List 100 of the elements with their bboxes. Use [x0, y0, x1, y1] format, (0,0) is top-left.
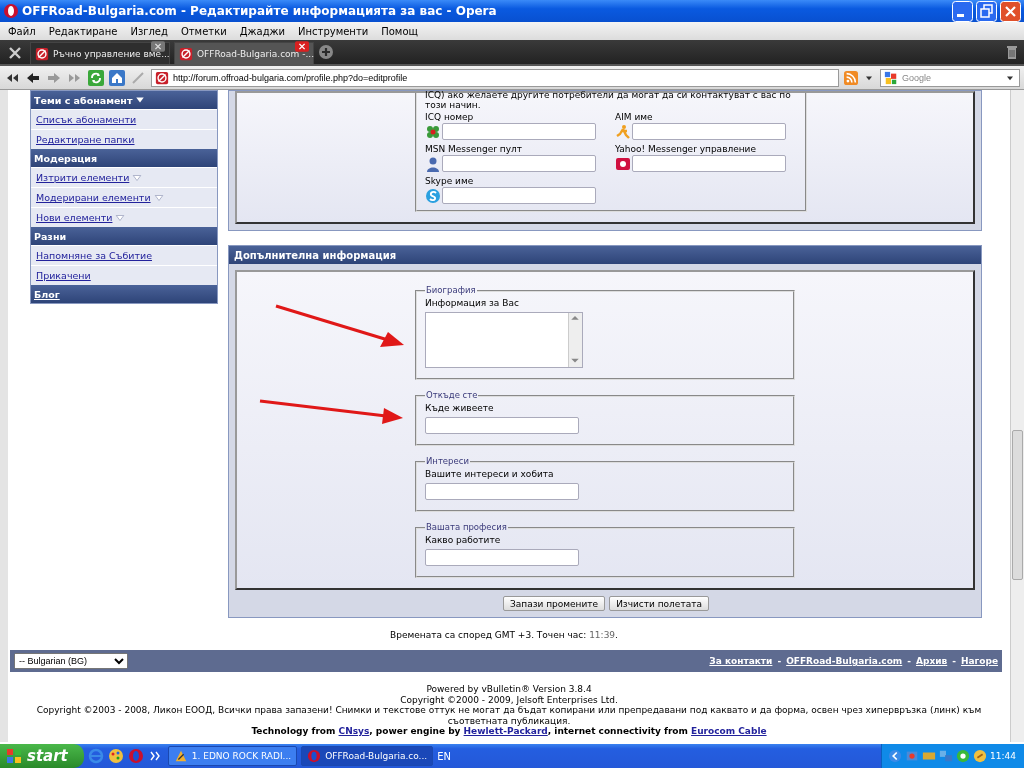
sidebar-link[interactable]: Нови елементи: [36, 212, 113, 223]
link-separator: -: [777, 656, 782, 666]
menu-item[interactable]: Помощ: [381, 25, 428, 37]
url-text: http://forum.offroad-bulgaria.com/profile.php?do=editprofile: [173, 72, 408, 83]
taskbar-button[interactable]: OFFRoad-Bulgaria.co...: [301, 746, 434, 766]
site-icon: [35, 46, 49, 61]
menu-item[interactable]: Редактиране: [48, 25, 128, 37]
input-field[interactable]: [632, 123, 786, 140]
group-legend: Откъде сте: [425, 391, 479, 400]
task-label: OFFRoad-Bulgaria.co...: [325, 751, 428, 761]
language-select[interactable]: -- Bulgarian (BG): [14, 653, 128, 669]
menu-arrow-icon[interactable]: [132, 172, 143, 183]
input-field[interactable]: [632, 155, 786, 172]
field-label: Информация за Вас: [425, 298, 520, 309]
close-button[interactable]: [1000, 0, 1021, 22]
group-legend: Биография: [425, 286, 477, 295]
time-note: Времената са според GMT +3. Точен час: 11:39.: [389, 629, 619, 640]
search-field[interactable]: Google: [880, 68, 1020, 87]
menu-arrow-icon[interactable]: [115, 212, 126, 223]
window-title: OFFRoad-Bulgaria.com - Редактирайте информацията за вас - Opera: [22, 4, 498, 18]
credit-link[interactable]: Hewlett-Packard: [463, 726, 548, 736]
paint-icon[interactable]: [107, 748, 124, 764]
form-button[interactable]: Запази промените: [503, 596, 606, 611]
credits-text: Technology from CNsys, power engine by Hewlett-Packard, internet connectivity from Eurocom Cable: [250, 726, 768, 737]
group-legend: Вашата професия: [425, 523, 508, 532]
group-legend: Интереси: [425, 457, 470, 466]
text-area[interactable]: [425, 312, 583, 368]
footer-link[interactable]: За контакти: [709, 656, 773, 666]
form-button[interactable]: Изчисти полетата: [609, 596, 709, 611]
link-separator: -: [952, 656, 956, 666]
maximize-button[interactable]: [976, 0, 997, 22]
scrollbar-thumb[interactable]: [1012, 430, 1023, 580]
tools-icon[interactable]: [7, 45, 23, 61]
scrollbar[interactable]: [1010, 90, 1024, 742]
input-field[interactable]: [425, 417, 579, 434]
menu-item[interactable]: Инструменти: [298, 25, 379, 37]
browser-logo-icon: [3, 3, 19, 19]
input-field[interactable]: [442, 187, 596, 204]
footer-link[interactable]: Нагоре: [960, 656, 998, 666]
field-label: AIM име: [615, 112, 654, 123]
tray-icon[interactable]: [939, 749, 954, 763]
sidebar-link[interactable]: Напомняне за Събитие: [36, 250, 152, 261]
menu-item[interactable]: Джаджи: [239, 25, 296, 37]
field-label: Вашите интереси и хобита: [425, 469, 555, 480]
input-field[interactable]: [442, 123, 596, 140]
tray-icon[interactable]: [956, 749, 971, 763]
field-label: Yahoo! Messenger управление: [615, 144, 757, 155]
tray-icon[interactable]: [888, 749, 903, 763]
browser-tab[interactable]: OFFRoad-Bulgaria.com -...: [174, 42, 314, 64]
footer-link[interactable]: Архив: [916, 656, 948, 666]
field-label: Къде живеете: [425, 403, 495, 414]
link-separator: -: [907, 656, 911, 666]
browser-tab[interactable]: Ръчно управление вме...: [30, 42, 170, 64]
sidebar-link[interactable]: Редактиране папки: [36, 134, 135, 145]
site-icon: [155, 70, 169, 85]
footer-link[interactable]: OFFRoad-Bulgaria.com: [786, 656, 903, 666]
textarea-scrollbar[interactable]: [568, 313, 582, 367]
media-player-icon: [173, 749, 188, 763]
taskbar-button[interactable]: 1. EDNO ROCK RADI...: [167, 746, 298, 766]
field-label: MSN Messenger пулт: [425, 144, 523, 155]
intro-text: ICQ) ако желаете другите потребители да могат да си контактуват с вас по този начин.: [425, 90, 792, 110]
tray-icon[interactable]: [973, 749, 988, 763]
minimize-button[interactable]: [952, 0, 973, 22]
menu-arrow-icon[interactable]: [153, 192, 164, 203]
flower-icon: [425, 123, 441, 140]
credit-link[interactable]: Eurocom Cable: [691, 726, 767, 736]
sidebar-link[interactable]: Прикачени: [36, 270, 91, 281]
language-indicator[interactable]: EN: [437, 750, 451, 762]
copyright-text: Copyright ©2003 - 2008, Ликон ЕООД, Всички права запазени! Снимки и текстове оттук не могат да бъдат копирани или препредавани под каквато и да форма, освен чрез хипервръзка (линк) към съответната публикация.: [35, 705, 983, 726]
windows-flag-icon: [6, 748, 22, 764]
panel-title: Допълнителна информация: [229, 246, 981, 264]
reload-icon[interactable]: [88, 69, 104, 86]
person-icon: [425, 155, 441, 172]
input-field[interactable]: [425, 483, 579, 500]
browser-icon[interactable]: [87, 748, 104, 764]
sidebar-link[interactable]: Списък абонаменти: [36, 114, 137, 125]
dropdown-icon[interactable]: [135, 95, 146, 105]
tab-close-icon[interactable]: [151, 41, 165, 52]
copyright-text: Powered by vBulletin® Version 3.8.4: [425, 684, 593, 695]
task-label: 1. EDNO ROCK RADI...: [191, 751, 292, 761]
menu-item[interactable]: Файл: [8, 25, 46, 37]
search-placeholder: Google: [902, 72, 933, 83]
sidebar-heading[interactable]: Блог: [31, 285, 217, 303]
messenger-logo-icon: [615, 155, 631, 172]
address-field[interactable]: http://forum.offroad-bulgaria.com/profile.php?do=editprofile: [151, 68, 839, 87]
sidebar-link[interactable]: Изтрити елементи: [36, 172, 130, 183]
input-field[interactable]: [442, 155, 596, 172]
rss-icon[interactable]: [844, 70, 858, 85]
sidebar-link[interactable]: Модерирани елементи: [36, 192, 151, 203]
new-tab-icon[interactable]: [318, 44, 334, 60]
trash-icon[interactable]: [1004, 44, 1020, 60]
sidebar-heading: Разни: [31, 227, 217, 245]
home-icon[interactable]: [109, 69, 125, 86]
sidebar-heading: Модерация: [31, 149, 217, 167]
tab-label: Ръчно управление вме...: [53, 48, 170, 59]
menu-item[interactable]: Изглед: [130, 25, 178, 37]
menu-item[interactable]: Отметки: [180, 25, 237, 37]
input-field[interactable]: [425, 549, 579, 566]
tab-close-icon[interactable]: [295, 41, 309, 52]
copyright-text: Copyright ©2000 - 2009, Jelsoft Enterprises Ltd.: [399, 694, 619, 705]
